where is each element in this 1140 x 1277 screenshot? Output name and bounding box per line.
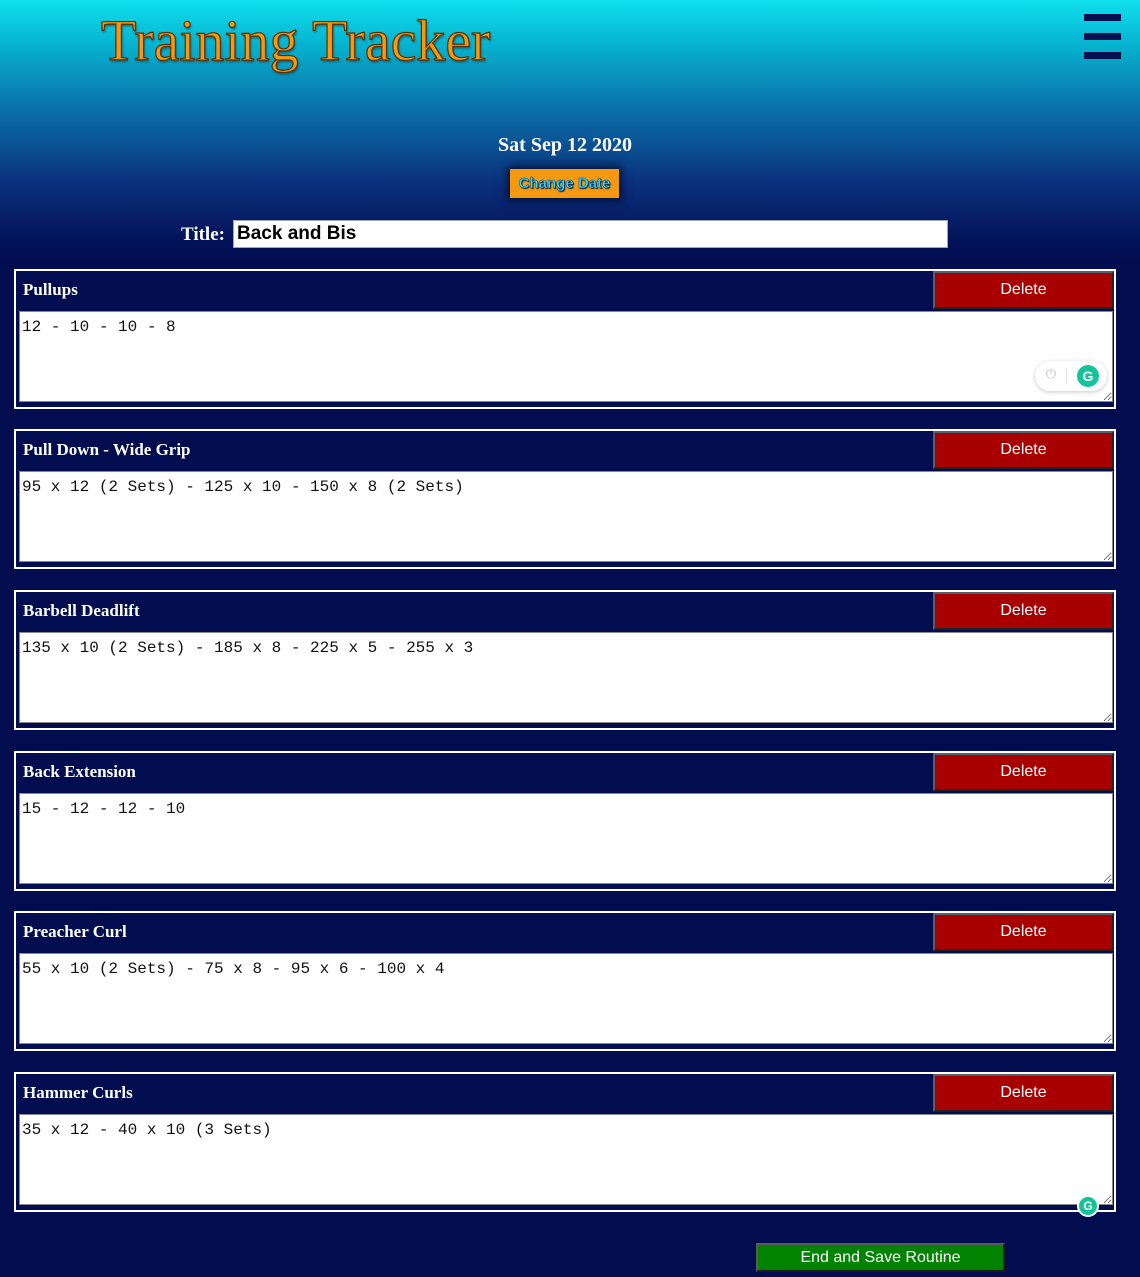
exercise-name: Back Extension <box>23 762 136 781</box>
grammarly-icon[interactable]: G <box>1077 1195 1099 1217</box>
end-and-save-routine-button[interactable]: End and Save Routine <box>756 1243 1005 1272</box>
exercise-name: Preacher Curl <box>23 922 127 941</box>
routine-title-input[interactable] <box>233 220 948 248</box>
exercise-card: Pull Down - Wide Grip Delete 95 x 12 (2 Se… <box>14 429 1116 569</box>
title-label: Title: <box>181 224 225 245</box>
delete-exercise-button[interactable]: Delete <box>933 1074 1114 1112</box>
exercise-name: Pullups <box>23 280 78 299</box>
exercise-card: Preacher Curl Delete 55 x 10 (2 Sets) - 75… <box>14 911 1116 1051</box>
change-date-button[interactable]: Change Date <box>510 169 619 198</box>
menu-bar <box>1084 14 1121 21</box>
delete-exercise-button[interactable]: Delete <box>933 753 1114 791</box>
divider <box>1066 369 1067 383</box>
grammarly-icon[interactable]: G <box>1077 365 1099 387</box>
delete-exercise-button[interactable]: Delete <box>933 913 1114 951</box>
menu-bar <box>1084 33 1121 40</box>
exercise-name: Hammer Curls <box>23 1083 133 1102</box>
exercise-notes-textarea[interactable]: 35 x 12 - 40 x 10 (3 Sets) <box>19 1114 1113 1205</box>
exercise-notes-textarea[interactable]: 55 x 10 (2 Sets) - 75 x 8 - 95 x 6 - 100… <box>19 953 1113 1044</box>
exercise-card: Hammer Curls Delete 35 x 12 - 40 x 10 (3 S… <box>14 1072 1116 1212</box>
exercise-card: Pullups Delete 12 - 10 - 10 - 8 ⏻ G <box>14 269 1116 409</box>
app-title: Training Tracker <box>100 7 491 73</box>
power-icon[interactable]: ⏻ <box>1044 368 1058 382</box>
delete-exercise-button[interactable]: Delete <box>933 431 1114 469</box>
delete-exercise-button[interactable]: Delete <box>933 271 1114 309</box>
exercise-name: Pull Down - Wide Grip <box>23 440 191 459</box>
delete-exercise-button[interactable]: Delete <box>933 592 1114 630</box>
hamburger-menu-icon[interactable] <box>1084 14 1122 62</box>
grammarly-widget[interactable]: ⏻ G <box>1035 361 1107 391</box>
exercise-notes-textarea[interactable]: 12 - 10 - 10 - 8 <box>19 311 1113 402</box>
exercise-card: Barbell Deadlift Delete 135 x 10 (2 Sets) … <box>14 590 1116 730</box>
current-date: Sat Sep 12 2020 <box>498 134 632 156</box>
exercise-notes-textarea[interactable]: 95 x 12 (2 Sets) - 125 x 10 - 150 x 8 (2… <box>19 471 1113 562</box>
exercise-notes-textarea[interactable]: 135 x 10 (2 Sets) - 185 x 8 - 225 x 5 - … <box>19 632 1113 723</box>
exercise-card: Back Extension Delete 15 - 12 - 12 - 10 <box>14 751 1116 891</box>
exercise-notes-textarea[interactable]: 15 - 12 - 12 - 10 <box>19 793 1113 884</box>
menu-bar <box>1084 52 1121 59</box>
exercise-name: Barbell Deadlift <box>23 601 140 620</box>
